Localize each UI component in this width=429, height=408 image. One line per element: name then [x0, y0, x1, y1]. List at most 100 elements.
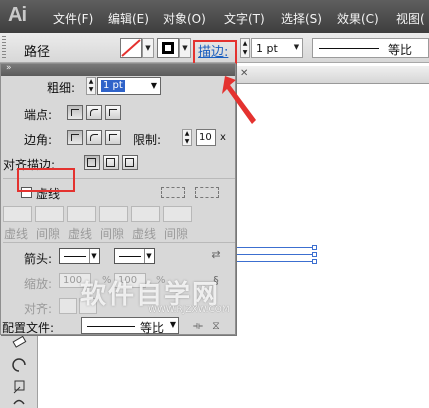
end-arrowhead-dropdown[interactable]: ▼	[114, 248, 155, 264]
path-line	[236, 261, 314, 262]
dash-2-input	[67, 206, 96, 222]
stroke-swatch[interactable]	[157, 38, 179, 58]
panel-header[interactable]: »	[1, 63, 235, 76]
fill-dropdown-arrow[interactable]: ▼	[142, 38, 154, 58]
round-cap-button[interactable]	[86, 105, 102, 120]
start-arrowhead-dropdown[interactable]: ▼	[59, 248, 100, 264]
chevron-down-icon: ▼	[89, 249, 98, 263]
arrowhead-line-preview	[64, 256, 86, 257]
arrow-tip-extend-button	[59, 298, 77, 314]
miter-join-button[interactable]	[67, 130, 83, 145]
dash-3-label: 虚线	[132, 227, 157, 241]
eraser-tool-icon	[12, 335, 27, 348]
arrowhead-line-preview	[119, 256, 141, 257]
menu-type[interactable]: 文字(T)	[224, 10, 265, 27]
watermark-url: WWW.RJZXW.COM	[148, 305, 230, 315]
gap-3-label: 间隙	[164, 227, 189, 241]
align-outside-button[interactable]	[122, 155, 138, 170]
stroke-swatch-icon	[162, 42, 174, 54]
limit-spinner[interactable]: ▲ ▼	[182, 129, 192, 146]
rotate-tool-icon	[12, 358, 26, 372]
miter-join-icon	[71, 134, 79, 141]
dash-1-label: 虚线	[4, 227, 29, 241]
path-line	[236, 254, 314, 255]
selected-line-object[interactable]	[236, 245, 317, 264]
align-center-icon	[87, 158, 96, 167]
round-join-button[interactable]	[86, 130, 102, 145]
butt-cap-button[interactable]	[67, 105, 83, 120]
stroke-weight-field[interactable]: 1 pt ▼	[251, 38, 303, 58]
round-cap-icon	[90, 109, 98, 116]
projecting-cap-button[interactable]	[105, 105, 121, 120]
control-bar-grip[interactable]	[2, 36, 6, 60]
cap-label: 端点:	[24, 108, 53, 122]
panel-weight-dropdown-icon[interactable]: ▼	[151, 81, 157, 90]
swap-arrowheads-icon[interactable]: ⇄	[209, 248, 223, 262]
panel-weight-spinner[interactable]: ▲ ▼	[86, 77, 96, 95]
projecting-cap-icon	[109, 109, 117, 116]
dashed-option-highlight	[17, 168, 75, 192]
dash-2-label: 虚线	[68, 227, 93, 241]
anchor-handle[interactable]	[312, 252, 317, 257]
dash-3-input	[131, 206, 160, 222]
panel-collapse-icon[interactable]: »	[6, 63, 13, 73]
flip-along-icon[interactable]: ⟛	[191, 319, 205, 333]
preserve-dash-icon[interactable]	[161, 187, 185, 198]
path-line	[236, 247, 314, 248]
pointer-arrow-icon	[222, 76, 256, 124]
align-outside-icon	[125, 158, 134, 167]
anchor-handle[interactable]	[312, 259, 317, 264]
warp-tool-icon	[13, 399, 25, 405]
chevron-down-icon: ▼	[144, 249, 153, 263]
limit-unit: x	[220, 132, 226, 143]
variable-width-profile-dropdown[interactable]: 等比	[312, 38, 429, 58]
profile-dropdown[interactable]: 等比 ▼	[81, 317, 179, 335]
profile-label: 等比	[388, 43, 413, 57]
stroke-weight-value: 1 pt	[256, 42, 278, 55]
menu-select[interactable]: 选择(S)	[281, 10, 322, 27]
stroke-dropdown-arrow[interactable]: ▼	[179, 38, 191, 58]
dash-1-input	[3, 206, 32, 222]
document-tab[interactable]: ✕	[236, 66, 429, 84]
align-center-button[interactable]	[84, 155, 100, 170]
chevron-down-icon: ▼	[169, 320, 176, 329]
arrowheads-label: 箭头:	[24, 252, 53, 266]
divider	[3, 242, 235, 243]
profile-line-preview	[87, 326, 135, 327]
align-dash-corners-icon[interactable]	[195, 187, 219, 198]
butt-cap-icon	[71, 109, 79, 116]
menu-edit[interactable]: 编辑(E)	[108, 10, 149, 27]
menu-object[interactable]: 对象(O)	[163, 10, 206, 27]
gap-3-input	[163, 206, 192, 222]
panel-weight-input[interactable]: 1 pt ▼	[97, 77, 161, 95]
profile-value: 等比	[140, 321, 165, 335]
weight-label: 粗细:	[47, 81, 76, 95]
app-logo: Ai	[8, 4, 27, 26]
bevel-join-button[interactable]	[105, 130, 121, 145]
align-inside-icon	[106, 158, 115, 167]
menu-file[interactable]: 文件(F)	[53, 10, 93, 27]
round-join-icon	[90, 134, 98, 141]
anchor-handle[interactable]	[312, 245, 317, 250]
fill-swatch[interactable]	[120, 38, 142, 58]
scale-label: 缩放:	[24, 277, 53, 291]
gap-2-label: 间隙	[100, 227, 125, 241]
limit-label: 限制:	[133, 133, 162, 147]
profile-label: 配置文件:	[2, 321, 55, 335]
app-title-bar: Ai 文件(F) 编辑(E) 对象(O) 文字(T) 选择(S) 效果(C) 视…	[0, 0, 429, 33]
menu-view[interactable]: 视图(	[396, 10, 425, 27]
scale-tool-icon	[13, 380, 25, 394]
limit-input[interactable]: 10	[196, 129, 216, 146]
menu-effect[interactable]: 效果(C)	[337, 10, 379, 27]
gap-2-input	[99, 206, 128, 222]
weight-spinner[interactable]: ▲ ▼	[240, 38, 250, 58]
corner-label: 边角:	[24, 133, 53, 147]
align-arrowhead-label: 对齐:	[24, 302, 53, 316]
profile-line-preview	[319, 48, 379, 49]
weight-dropdown-arrow[interactable]: ▼	[290, 38, 303, 58]
flip-across-icon[interactable]: ⧖	[209, 319, 223, 333]
align-inside-button[interactable]	[103, 155, 119, 170]
gap-1-input	[35, 206, 64, 222]
gap-1-label: 间隙	[36, 227, 61, 241]
bevel-join-icon	[109, 134, 117, 141]
